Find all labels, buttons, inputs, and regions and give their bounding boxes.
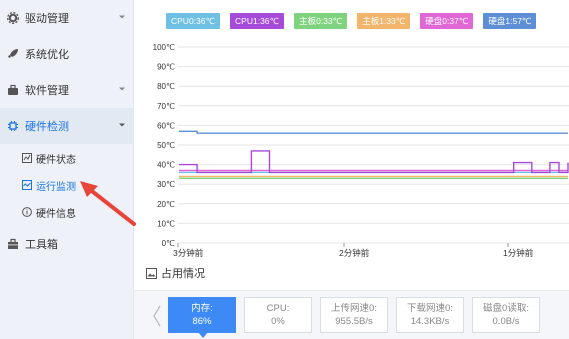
chevron-down-icon[interactable]	[118, 85, 126, 93]
series-line	[179, 150, 569, 174]
y-tick-label: 70℃	[157, 102, 175, 111]
usage-card-upload[interactable]: 上传网速0: 955.5B/s	[320, 297, 388, 333]
y-tick-label: 60℃	[157, 121, 175, 130]
y-tick-label: 50℃	[157, 141, 175, 150]
rocket-icon	[6, 47, 20, 61]
chevron-left-icon[interactable]	[152, 305, 162, 327]
gear-icon	[6, 11, 20, 25]
usage-card-value: 0%	[271, 316, 285, 327]
legend-chip[interactable]: 主板1:33℃	[357, 13, 411, 29]
usage-card-label: 磁盘0读取:	[483, 303, 529, 314]
y-tick-label: 80℃	[157, 82, 175, 91]
sidebar-item-label: 硬件检测	[25, 121, 69, 133]
x-tick-label: 1分钟前	[503, 248, 534, 258]
usage-card-label: 下载网速0:	[407, 303, 453, 314]
chart-legend: CPU0:36℃ CPU1:36℃ 主板0:33℃ 主板1:33℃ 硬盘0:37…	[166, 13, 537, 29]
x-tick-label: 3分钟前	[173, 248, 204, 258]
sidebar-subitem-runtime-monitor[interactable]: 运行监测	[0, 172, 134, 198]
usage-cards-strip: 内存: 86% CPU: 0% 上传网速0: 955.5B/s 下载网速0: 1…	[134, 290, 569, 339]
main-panel: CPU0:36℃ CPU1:36℃ 主板0:33℃ 主板1:33℃ 硬盘0:37…	[134, 0, 569, 339]
sidebar-item-software-management[interactable]: 软件管理	[0, 72, 134, 108]
legend-chip[interactable]: 硬盘0:37℃	[420, 13, 474, 29]
sidebar: 驱动管理 系统优化 软件管理 硬件检测 硬件状态 运行监测 硬件信息 工具箱	[0, 0, 134, 339]
sidebar-item-hardware-detection[interactable]: 硬件检测	[0, 108, 134, 144]
series-line	[179, 130, 568, 134]
usage-card-disk-read[interactable]: 磁盘0读取: 0.0B/s	[472, 297, 540, 333]
legend-chip[interactable]: 主板0:33℃	[294, 13, 348, 29]
usage-card-value: 86%	[192, 316, 212, 327]
sidebar-subitem-label: 运行监测	[36, 181, 76, 193]
sidebar-subitem-hardware-status[interactable]: 硬件状态	[0, 145, 134, 171]
usage-header: 占用情况	[146, 265, 205, 281]
chevron-down-icon[interactable]	[118, 121, 126, 129]
sidebar-item-label: 驱动管理	[25, 13, 69, 25]
usage-card-label: CPU:	[266, 303, 290, 314]
sidebar-item-toolbox[interactable]: 工具箱	[0, 226, 134, 262]
usage-card-value: 0.0B/s	[492, 316, 520, 327]
y-tick-label: 10℃	[157, 219, 175, 228]
sidebar-item-label: 工具箱	[25, 239, 58, 251]
info-icon	[22, 207, 32, 217]
legend-chip[interactable]: CPU1:36℃	[230, 13, 285, 29]
y-tick-label: 100℃	[153, 43, 175, 52]
usage-card-memory[interactable]: 内存: 86%	[168, 297, 236, 338]
chip-icon	[6, 119, 20, 133]
y-tick-label: 20℃	[157, 200, 175, 209]
selected-pointer	[198, 332, 208, 338]
usage-card-download[interactable]: 下载网速0: 14.3KB/s	[396, 297, 464, 333]
y-tick-label: 0℃	[162, 239, 175, 248]
sidebar-item-label: 系统优化	[25, 49, 69, 61]
status-chart-icon	[22, 153, 32, 163]
monitor-chart-icon	[22, 180, 32, 190]
y-tick-label: 90℃	[157, 63, 175, 72]
usage-card-label: 上传网速0:	[331, 303, 377, 314]
image-icon	[146, 267, 157, 279]
sidebar-item-label: 软件管理	[25, 85, 69, 97]
usage-card-value: 14.3KB/s	[410, 316, 450, 327]
usage-title: 占用情况	[161, 268, 205, 280]
legend-chip[interactable]: 硬盘1:57℃	[483, 13, 537, 29]
sidebar-item-driver-management[interactable]: 驱动管理	[0, 0, 134, 36]
legend-chip[interactable]: CPU0:36℃	[166, 13, 221, 29]
x-tick-label: 2分钟前	[339, 248, 370, 258]
toolbox-icon	[6, 237, 20, 251]
temperature-chart: 100℃ 90℃ 80℃ 70℃ 60℃ 50℃ 40℃ 30℃ 20℃ 10℃ 0℃3分钟前 2分钟…	[153, 43, 569, 258]
y-tick-label: 30℃	[157, 180, 175, 189]
usage-card-label: 内存:	[191, 303, 213, 314]
sidebar-item-system-optimize[interactable]: 系统优化	[0, 36, 134, 72]
sidebar-subitem-label: 硬件信息	[36, 208, 76, 220]
sidebar-subitem-hardware-info[interactable]: 硬件信息	[0, 199, 134, 225]
sidebar-subitem-label: 硬件状态	[36, 154, 76, 166]
chevron-down-icon[interactable]	[118, 13, 126, 21]
briefcase-icon	[6, 83, 20, 97]
usage-card-cpu[interactable]: CPU: 0%	[244, 297, 312, 333]
y-tick-label: 40℃	[157, 161, 175, 170]
usage-card-value: 955.5B/s	[335, 316, 373, 327]
